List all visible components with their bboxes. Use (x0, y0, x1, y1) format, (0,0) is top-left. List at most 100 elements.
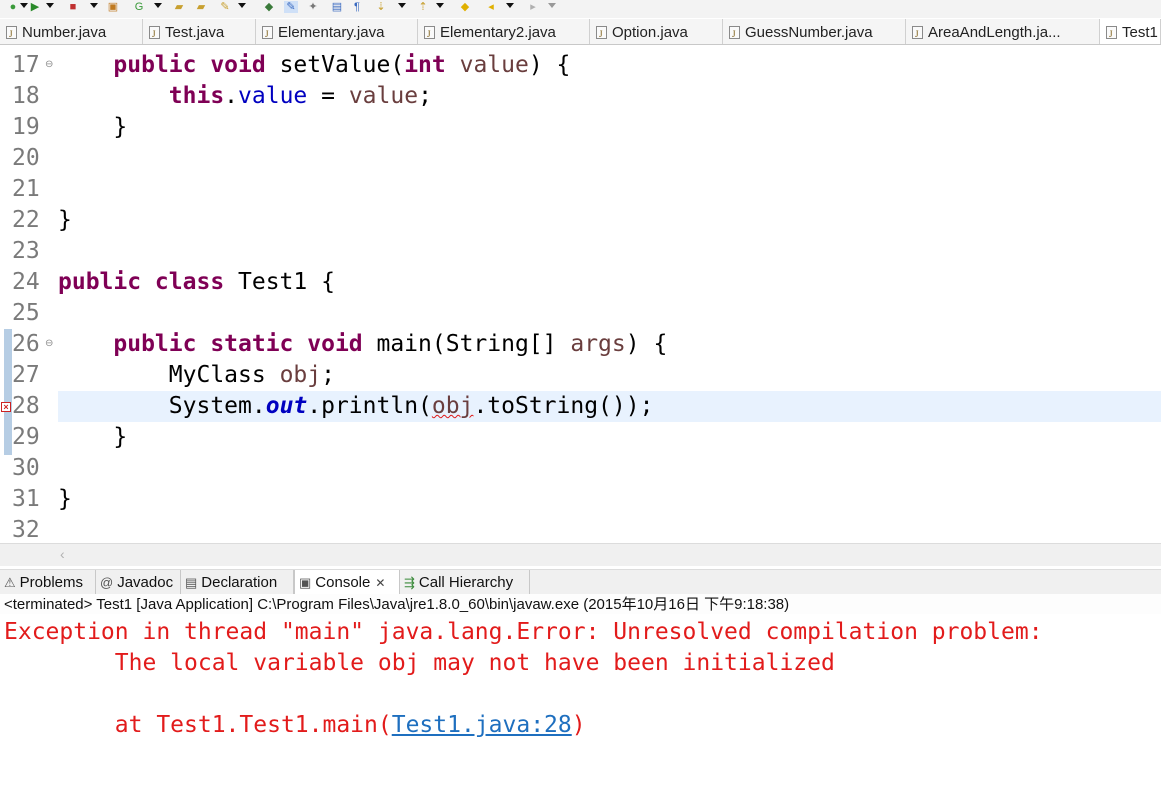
code-line: this.value = value; (168, 83, 432, 109)
tab-number-java[interactable]: Number.java (0, 19, 143, 44)
declaration-icon: ▤ (185, 575, 198, 590)
java-file-icon (262, 21, 273, 44)
java-file-error-icon (1106, 21, 1117, 44)
console-output[interactable]: Exception in thread "main" java.lang.Err… (0, 616, 1161, 792)
code-line: } (113, 114, 128, 140)
javadoc-icon: @ (100, 575, 114, 590)
tab-declaration[interactable]: ▤ Declaration (181, 570, 294, 594)
chevron-down-icon[interactable] (398, 3, 406, 8)
view-tab-bar: ⚠ Problems @ Javadoc ▤ Declaration ▣ Console… (0, 569, 1161, 595)
next-annotation-icon[interactable]: ⇣ (374, 1, 388, 13)
line-number: 20 (12, 145, 40, 171)
stack-trace-link[interactable]: Test1.java:28 (392, 712, 572, 738)
code-line: } (58, 486, 72, 512)
back-icon[interactable]: ◂ (484, 1, 498, 13)
java-file-icon (912, 21, 923, 44)
tab-option-java[interactable]: Option.java (590, 19, 723, 44)
line-number-ruler: 17 18 19 20 21 22 23 24 25 26 27 28 29 3… (12, 50, 56, 543)
block-selection-icon[interactable]: ▤ (330, 1, 344, 13)
code-line: MyClass obj; (168, 362, 335, 388)
editor-tab-bar: Number.java Test.java Elementary.java El… (0, 19, 1161, 45)
debug-icon[interactable]: ● (6, 1, 20, 13)
run-icon[interactable]: ▶ (28, 1, 42, 13)
main-toolbar: ● ▶ ■ ▣ G ▰ ▰ ✎ ◆ ✎ ✦ ▤ ¶ ⇣ ⇡ ◆ ◂ ▸ (0, 0, 1161, 18)
forward-icon[interactable]: ▸ (526, 1, 540, 13)
toggle-mark-icon[interactable]: ◆ (262, 1, 276, 13)
java-file-icon (6, 21, 17, 44)
chevron-down-icon[interactable] (90, 3, 98, 8)
scroll-left-icon[interactable]: ‹ (60, 546, 65, 562)
chevron-down-icon[interactable] (506, 3, 514, 8)
line-number: 24 (12, 269, 40, 295)
external-tools-icon[interactable]: ■ (66, 1, 80, 13)
open-task-icon[interactable]: ▰ (194, 1, 208, 13)
chevron-down-icon[interactable] (154, 3, 162, 8)
annotation-icon[interactable]: ✦ (306, 1, 320, 13)
line-number: 25 (12, 300, 40, 326)
tab-problems[interactable]: ⚠ Problems (0, 570, 96, 594)
console-icon: ▣ (299, 575, 312, 590)
line-number: 32 (12, 517, 40, 543)
code-line: } (58, 207, 72, 233)
new-java-class-icon[interactable]: G (132, 1, 146, 13)
chevron-down-icon[interactable] (436, 3, 444, 8)
line-number: 30 (12, 455, 40, 481)
tab-javadoc[interactable]: @ Javadoc (96, 570, 181, 594)
line-number: 19 (12, 114, 40, 140)
chevron-down-icon[interactable] (238, 3, 246, 8)
code-editor[interactable]: × 17 18 19 20 21 22 23 24 25 26 27 28 29… (0, 45, 1161, 543)
tab-areaandlength-java[interactable]: AreaAndLength.ja... (906, 19, 1100, 44)
previous-annotation-icon[interactable]: ⇡ (416, 1, 430, 13)
line-number: 31 (12, 486, 40, 512)
code-line: } (113, 424, 128, 450)
chevron-down-icon[interactable] (548, 3, 556, 8)
line-number: 23 (12, 238, 40, 264)
code-line: public class Test1 { (58, 269, 335, 295)
current-code-line: System.out.println(obj.toString()); (58, 391, 1161, 422)
tab-call-hierarchy[interactable]: ⇶ Call Hierarchy (400, 570, 530, 594)
change-marker (4, 329, 12, 455)
error-underline[interactable]: obj (432, 393, 474, 419)
new-java-package-icon[interactable]: ▣ (106, 1, 120, 13)
console-process-label: <terminated> Test1 [Java Application] C:… (0, 594, 1161, 614)
line-number: 18 (12, 83, 40, 109)
show-whitespace-icon[interactable]: ¶ (350, 1, 364, 13)
code-line: public static void main(String[] args) { (113, 331, 668, 357)
java-file-icon (149, 21, 160, 44)
search-icon[interactable]: ✎ (218, 1, 232, 13)
tab-test1-java[interactable]: Test1 (1100, 19, 1161, 44)
tab-guessnumber-java[interactable]: GuessNumber.java (723, 19, 906, 44)
chevron-down-icon[interactable] (20, 3, 28, 8)
close-icon[interactable]: ✕ (375, 576, 385, 590)
code-line: public void setValue(int value) { (113, 52, 571, 78)
horizontal-scrollbar[interactable]: ‹ (0, 543, 1161, 566)
console-line: at Test1.Test1.main(Test1.java:28) (4, 712, 586, 738)
call-hierarchy-icon: ⇶ (404, 575, 415, 590)
open-type-icon[interactable]: ▰ (172, 1, 186, 13)
console-line: Exception in thread "main" java.lang.Err… (4, 619, 1043, 645)
chevron-down-icon[interactable] (46, 3, 54, 8)
line-number: 28 (12, 393, 40, 419)
console-line: The local variable obj may not have been… (4, 650, 835, 676)
java-file-icon (424, 21, 435, 44)
tab-console[interactable]: ▣ Console ✕ (294, 570, 400, 594)
fold-icon[interactable]: ⊖ (45, 59, 53, 70)
last-edit-icon[interactable]: ◆ (458, 1, 472, 13)
error-marker-icon[interactable]: × (1, 402, 11, 412)
code-lines: public void setValue(int value) { this.v… (58, 50, 1161, 543)
line-number: 29 (12, 424, 40, 450)
java-file-icon (729, 21, 740, 44)
problems-icon: ⚠ (4, 575, 16, 590)
toggle-breadcrumb-icon[interactable]: ✎ (284, 1, 298, 13)
fold-icon[interactable]: ⊖ (45, 338, 53, 349)
tab-elementary-java[interactable]: Elementary.java (256, 19, 418, 44)
tab-test-java[interactable]: Test.java (143, 19, 256, 44)
line-number: 27 (12, 362, 40, 388)
tab-elementary2-java[interactable]: Elementary2.java (418, 19, 590, 44)
